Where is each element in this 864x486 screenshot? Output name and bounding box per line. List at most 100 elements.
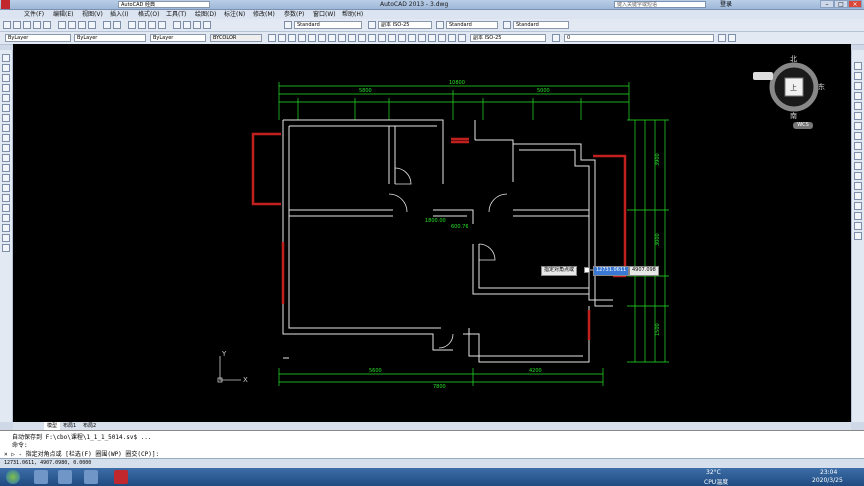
taskbar-explorer-icon[interactable] xyxy=(84,470,98,484)
print-icon[interactable] xyxy=(33,21,41,29)
inspection-icon[interactable] xyxy=(418,34,426,42)
design-center-icon[interactable] xyxy=(183,21,191,29)
radius-dim-icon[interactable] xyxy=(308,34,316,42)
drafting-toggles[interactable] xyxy=(90,460,240,468)
undo-icon[interactable] xyxy=(103,21,111,29)
tab-model[interactable]: 模型 xyxy=(44,422,61,430)
text-style-combo[interactable]: Standard xyxy=(294,21,362,29)
start-button[interactable] xyxy=(6,470,20,484)
linetype-combo[interactable]: ByLayer xyxy=(74,34,146,42)
chamfer-icon[interactable] xyxy=(854,202,862,210)
polyline-icon[interactable] xyxy=(2,74,10,82)
line-icon[interactable] xyxy=(2,54,10,62)
join-icon[interactable] xyxy=(854,192,862,200)
quick-dim-icon[interactable] xyxy=(348,34,356,42)
coordinates-readout[interactable]: 12731.0611, 4907.0980, 0.0000 xyxy=(4,460,91,466)
navigation-bar[interactable] xyxy=(753,72,773,80)
tab-layout1[interactable]: 布局1 xyxy=(60,422,79,430)
search-input[interactable]: 键入关键字或短语 xyxy=(614,1,706,8)
menu-file[interactable]: 文件(F) xyxy=(24,10,44,19)
break-icon[interactable] xyxy=(854,182,862,190)
gradient-icon[interactable] xyxy=(2,204,10,212)
construction-line-icon[interactable] xyxy=(2,64,10,72)
move-icon[interactable] xyxy=(854,112,862,120)
viewcube-north[interactable]: 北 xyxy=(790,54,797,64)
menu-edit[interactable]: 编辑(E) xyxy=(53,10,73,19)
redo-icon[interactable] xyxy=(113,21,121,29)
viewcube-top-face[interactable]: 上 xyxy=(790,83,797,93)
blend-icon[interactable] xyxy=(854,222,862,230)
rectangle-icon[interactable] xyxy=(2,94,10,102)
preview-icon[interactable] xyxy=(43,21,51,29)
lineweight-combo[interactable]: ByLayer xyxy=(150,34,206,42)
menu-modify[interactable]: 修改(M) xyxy=(253,10,275,19)
properties-icon[interactable] xyxy=(173,21,181,29)
clock-date[interactable]: 2020/3/25 xyxy=(812,477,843,484)
ellipse-icon[interactable] xyxy=(2,144,10,152)
drawing-canvas[interactable]: 10800 5800 5000 1800.00 600.76 5600 4200… xyxy=(13,44,851,422)
make-block-icon[interactable] xyxy=(2,174,10,182)
explode-icon[interactable] xyxy=(854,232,862,240)
dim-style-combo-2[interactable]: 副本 ISO-25 xyxy=(470,34,546,42)
hatch-icon[interactable] xyxy=(2,194,10,202)
linear-dim-icon[interactable] xyxy=(268,34,276,42)
dim-edit-icon[interactable] xyxy=(438,34,446,42)
tool-palettes-icon[interactable] xyxy=(193,21,201,29)
wcs-menu[interactable]: WCS xyxy=(793,122,813,129)
viewcube[interactable]: 北 南 东 上 xyxy=(761,54,827,120)
array-icon[interactable] xyxy=(854,102,862,110)
menu-format[interactable]: 格式(O) xyxy=(138,10,159,19)
menu-window[interactable]: 窗口(W) xyxy=(313,10,336,19)
taskbar-autocad-icon[interactable] xyxy=(114,470,128,484)
dim-text-edit-icon[interactable] xyxy=(448,34,456,42)
color-combo[interactable]: ByLayer xyxy=(5,34,71,42)
minimize-button[interactable]: – xyxy=(820,0,834,8)
add-selected-icon[interactable] xyxy=(2,244,10,252)
tolerance-icon[interactable] xyxy=(398,34,406,42)
copy-object-icon[interactable] xyxy=(854,72,862,80)
continue-dim-icon[interactable] xyxy=(368,34,376,42)
layer-combo[interactable]: 0 xyxy=(564,34,714,42)
viewcube-east[interactable]: 东 xyxy=(818,82,825,92)
insert-block-icon[interactable] xyxy=(2,164,10,172)
pan-icon[interactable] xyxy=(128,21,136,29)
plotstyle-combo[interactable]: BYCOLOR xyxy=(210,34,262,42)
maximize-button[interactable]: □ xyxy=(834,0,848,8)
rotate-icon[interactable] xyxy=(854,122,862,130)
close-button[interactable]: × xyxy=(848,0,862,8)
arc-icon[interactable] xyxy=(2,104,10,112)
viewcube-south[interactable]: 南 xyxy=(790,111,797,121)
mirror-icon[interactable] xyxy=(854,82,862,90)
save-icon[interactable] xyxy=(23,21,31,29)
menu-view[interactable]: 视图(V) xyxy=(82,10,103,19)
offset-icon[interactable] xyxy=(854,92,862,100)
zoom-realtime-icon[interactable] xyxy=(138,21,146,29)
clock-time[interactable]: 23:04 xyxy=(820,469,837,476)
taskbar-browser-icon[interactable] xyxy=(34,470,48,484)
polygon-icon[interactable] xyxy=(2,84,10,92)
copy-icon[interactable] xyxy=(68,21,76,29)
y-coordinate-input[interactable]: 4907.098 xyxy=(629,266,659,276)
mleader-style-combo[interactable]: Standard xyxy=(513,21,569,29)
dim-update-icon[interactable] xyxy=(458,34,466,42)
fillet-icon[interactable] xyxy=(854,212,862,220)
extend-icon[interactable] xyxy=(854,162,862,170)
make-current-icon[interactable] xyxy=(718,34,726,42)
cut-icon[interactable] xyxy=(58,21,66,29)
layer-properties-icon[interactable] xyxy=(552,34,560,42)
dim-break-icon[interactable] xyxy=(388,34,396,42)
diameter-dim-icon[interactable] xyxy=(328,34,336,42)
match-properties-icon[interactable] xyxy=(88,21,96,29)
aligned-dim-icon[interactable] xyxy=(278,34,286,42)
help-icon[interactable] xyxy=(203,21,211,29)
ellipse-arc-icon[interactable] xyxy=(2,154,10,162)
menu-help[interactable]: 帮助(H) xyxy=(342,10,363,19)
app-logo[interactable] xyxy=(1,0,10,9)
command-input[interactable]: × ▷ - 指定对角点或 [栏选(F) 圈围(WP) 圈交(CP)]: xyxy=(4,449,604,458)
workspace-dropdown[interactable]: AutoCAD 经典 xyxy=(118,1,210,8)
jogged-linear-icon[interactable] xyxy=(428,34,436,42)
x-coordinate-input[interactable]: 12731.0611 xyxy=(593,266,630,276)
region-icon[interactable] xyxy=(2,214,10,222)
ordinate-dim-icon[interactable] xyxy=(298,34,306,42)
dim-style-combo[interactable]: 副本 ISO-25 xyxy=(378,21,432,29)
